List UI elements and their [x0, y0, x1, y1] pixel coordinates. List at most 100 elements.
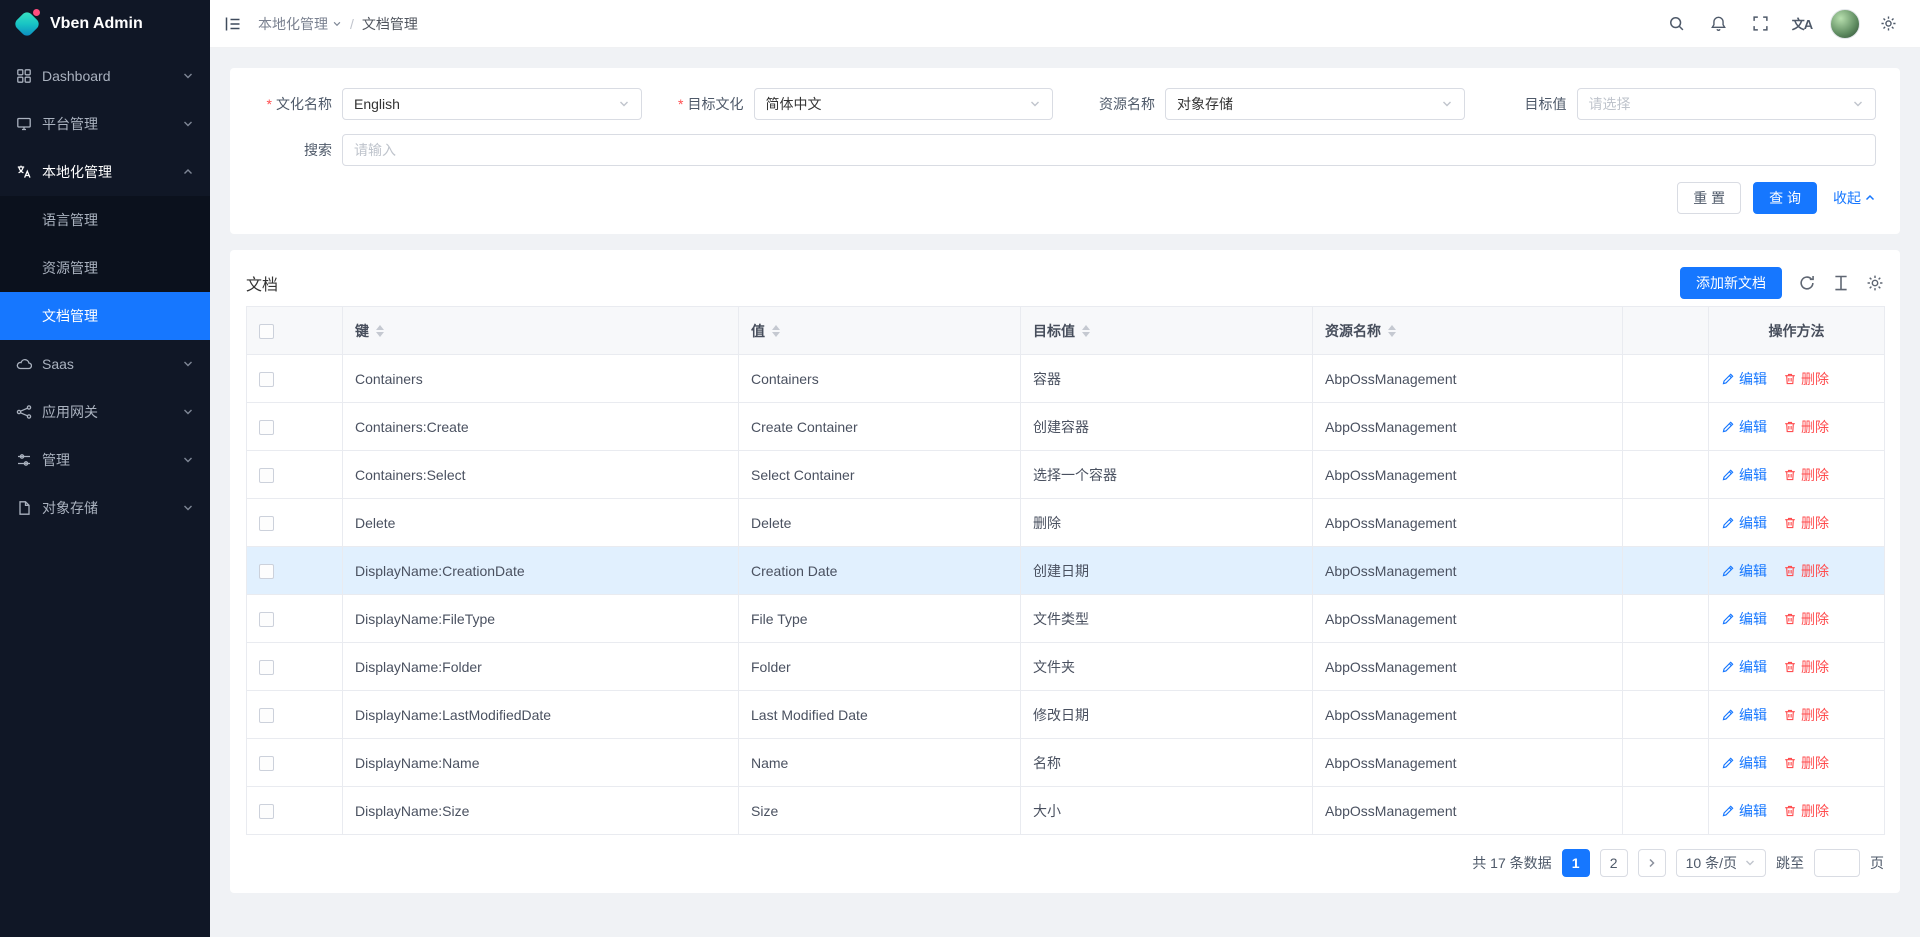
add-document-button[interactable]: 添加新文档 [1680, 267, 1782, 299]
sidebar-item-resource-management[interactable]: 资源管理 [0, 244, 210, 292]
cell-target-value: 文件类型 [1021, 595, 1313, 643]
delete-button[interactable]: 删除 [1783, 609, 1829, 629]
column-header-actions: 操作方法 [1709, 307, 1885, 355]
edit-button[interactable]: 编辑 [1721, 513, 1767, 533]
edit-pencil-icon [1721, 516, 1735, 530]
delete-trash-icon [1783, 804, 1797, 818]
row-checkbox[interactable] [259, 372, 274, 387]
target-culture-select[interactable]: 简体中文 [754, 88, 1054, 120]
cell-key: Containers:Create [343, 403, 739, 451]
table-header-row: 键 值 目标值 资源名称 操作方法 [247, 307, 1885, 355]
column-header-target[interactable]: 目标值 [1021, 307, 1313, 355]
sidebar-item-saas[interactable]: Saas [0, 340, 210, 388]
row-checkbox[interactable] [259, 612, 274, 627]
target-value-select[interactable]: 请选择 [1577, 88, 1877, 120]
edit-button[interactable]: 编辑 [1721, 753, 1767, 773]
culture-name-select[interactable]: English [342, 88, 642, 120]
edit-button[interactable]: 编辑 [1721, 465, 1767, 485]
edit-button[interactable]: 编辑 [1721, 417, 1767, 437]
row-checkbox[interactable] [259, 756, 274, 771]
sidebar-item-manage[interactable]: 管理 [0, 436, 210, 484]
next-page-button[interactable] [1638, 849, 1666, 877]
row-checkbox[interactable] [259, 420, 274, 435]
sidebar-item-label: 平台管理 [42, 114, 182, 134]
sidebar-item-dashboard[interactable]: Dashboard [0, 52, 210, 100]
field-target-value: 目标值 请选择 [1489, 88, 1877, 120]
edit-button[interactable]: 编辑 [1721, 801, 1767, 821]
cell-resource-name: AbpOssManagement [1313, 355, 1623, 403]
edit-button[interactable]: 编辑 [1721, 369, 1767, 389]
delete-button[interactable]: 删除 [1783, 561, 1829, 581]
delete-button[interactable]: 删除 [1783, 417, 1829, 437]
chevron-down-icon [182, 358, 194, 370]
delete-button[interactable]: 删除 [1783, 513, 1829, 533]
sidebar-item-label: 管理 [42, 450, 182, 470]
app-logo[interactable]: Vben Admin [0, 0, 210, 48]
refresh-icon[interactable] [1798, 274, 1816, 292]
chevron-down-icon [1744, 857, 1756, 869]
column-header-key[interactable]: 键 [343, 307, 739, 355]
sidebar-item-gateway[interactable]: 应用网关 [0, 388, 210, 436]
select-all-checkbox[interactable] [259, 324, 274, 339]
settings-gear-icon[interactable] [1870, 6, 1906, 42]
cell-spacer [1623, 403, 1709, 451]
sidebar-fold-icon[interactable] [224, 15, 242, 33]
sidebar-item-platform[interactable]: 平台管理 [0, 100, 210, 148]
sort-icon[interactable] [772, 325, 780, 337]
delete-button[interactable]: 删除 [1783, 801, 1829, 821]
row-checkbox[interactable] [259, 660, 274, 675]
notification-bell-icon[interactable] [1700, 6, 1736, 42]
sort-icon[interactable] [1388, 325, 1396, 337]
sort-icon[interactable] [1082, 325, 1090, 337]
breadcrumb-item-localization[interactable]: 本地化管理 [258, 14, 342, 34]
page-button-1[interactable]: 1 [1562, 849, 1590, 877]
delete-button[interactable]: 删除 [1783, 657, 1829, 677]
search-input[interactable] [342, 134, 1876, 166]
search-icon[interactable] [1658, 6, 1694, 42]
sidebar-item-localization[interactable]: 本地化管理 [0, 148, 210, 196]
column-header-resource[interactable]: 资源名称 [1313, 307, 1623, 355]
delete-button[interactable]: 删除 [1783, 753, 1829, 773]
sidebar-item-label: 本地化管理 [42, 162, 182, 182]
delete-trash-icon [1783, 564, 1797, 578]
delete-button[interactable]: 删除 [1783, 369, 1829, 389]
sidebar-item-language-management[interactable]: 语言管理 [0, 196, 210, 244]
cell-target-value: 文件夹 [1021, 643, 1313, 691]
row-checkbox[interactable] [259, 564, 274, 579]
edit-button[interactable]: 编辑 [1721, 561, 1767, 581]
target-value-placeholder: 请选择 [1589, 94, 1631, 114]
jump-page-input[interactable] [1814, 849, 1860, 877]
table-row: DisplayName:LastModifiedDate Last Modifi… [247, 691, 1885, 739]
edit-button[interactable]: 编辑 [1721, 705, 1767, 725]
row-checkbox[interactable] [259, 708, 274, 723]
edit-pencil-icon [1721, 612, 1735, 626]
cell-target-value: 容器 [1021, 355, 1313, 403]
cell-target-value: 修改日期 [1021, 691, 1313, 739]
row-checkbox[interactable] [259, 516, 274, 531]
query-button[interactable]: 查 询 [1753, 182, 1817, 214]
filter-row-1: 文化名称 English 目标文化 简体中文 资源名称 [254, 88, 1876, 120]
collapse-toggle[interactable]: 收起 [1833, 188, 1876, 208]
edit-label: 编辑 [1739, 417, 1767, 437]
sort-icon[interactable] [376, 325, 384, 337]
resource-name-select[interactable]: 对象存储 [1165, 88, 1465, 120]
user-avatar[interactable] [1830, 9, 1860, 39]
header-actions: 文A [1658, 6, 1906, 42]
row-checkbox[interactable] [259, 468, 274, 483]
edit-button[interactable]: 编辑 [1721, 657, 1767, 677]
sidebar-item-object-storage[interactable]: 对象存储 [0, 484, 210, 532]
delete-trash-icon [1783, 372, 1797, 386]
edit-button[interactable]: 编辑 [1721, 609, 1767, 629]
column-header-value[interactable]: 值 [739, 307, 1021, 355]
reset-button[interactable]: 重 置 [1677, 182, 1741, 214]
fullscreen-icon[interactable] [1742, 6, 1778, 42]
page-size-select[interactable]: 10 条/页 [1676, 849, 1766, 877]
row-checkbox[interactable] [259, 804, 274, 819]
sidebar-item-document-management[interactable]: 文档管理 [0, 292, 210, 340]
delete-button[interactable]: 删除 [1783, 705, 1829, 725]
translate-icon[interactable]: 文A [1784, 6, 1820, 42]
delete-button[interactable]: 删除 [1783, 465, 1829, 485]
page-button-2[interactable]: 2 [1600, 849, 1628, 877]
row-height-icon[interactable] [1832, 274, 1850, 292]
column-settings-gear-icon[interactable] [1866, 274, 1884, 292]
